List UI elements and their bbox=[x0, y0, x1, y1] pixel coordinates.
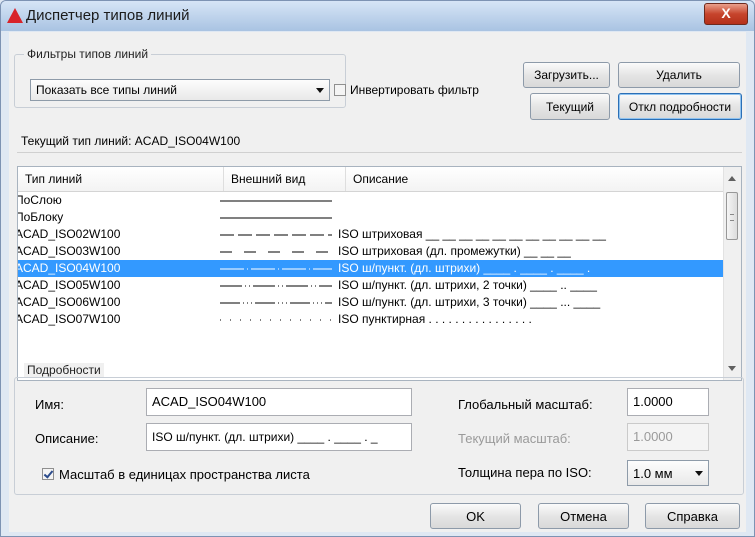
list-scrollbar[interactable] bbox=[723, 167, 741, 380]
linetype-name: ACAD_ISO04W100 bbox=[17, 261, 121, 275]
linetype-pattern-preview bbox=[220, 200, 332, 202]
linetype-filter-dropdown[interactable]: Показать все типы линий bbox=[30, 79, 330, 101]
chevron-down-icon bbox=[695, 471, 703, 476]
linetype-appearance bbox=[220, 192, 332, 209]
linetype-description: ISO ш/пункт. (дл. штрихи, 3 точки) ____ … bbox=[338, 295, 601, 309]
description-label: Описание: bbox=[35, 431, 99, 446]
help-button[interactable]: Справка bbox=[645, 503, 740, 529]
paper-space-units-label: Масштаб в единицах пространства листа bbox=[59, 467, 310, 482]
list-item[interactable]: ACAD_ISO06W100 ISO ш/пункт. (дл. штрихи, … bbox=[18, 294, 724, 311]
linetype-name: ПоСлою bbox=[17, 193, 62, 207]
linetype-description: ISO штриховая __ __ __ __ __ __ __ __ __… bbox=[338, 227, 606, 241]
linetype-pattern-preview bbox=[220, 217, 332, 219]
list-item[interactable]: ACAD_ISO04W100 ISO ш/пункт. (дл. штрихи) … bbox=[18, 260, 724, 277]
ok-button[interactable]: OK bbox=[430, 503, 521, 529]
name-label: Имя: bbox=[35, 397, 64, 412]
linetype-pattern-preview bbox=[220, 234, 332, 236]
load-button[interactable]: Загрузить... bbox=[523, 62, 610, 88]
linetype-name: ПоБлоку bbox=[17, 210, 64, 224]
column-header-linetype[interactable]: Тип линий bbox=[18, 167, 224, 191]
linetype-pattern-preview bbox=[220, 251, 332, 253]
linetype-pattern-preview bbox=[220, 319, 332, 321]
close-icon: X bbox=[721, 5, 731, 21]
linetype-name: ACAD_ISO07W100 bbox=[17, 312, 121, 326]
divider bbox=[17, 152, 742, 153]
details-group-label: Подробности bbox=[24, 363, 104, 377]
list-item[interactable]: ПоБлоку bbox=[18, 209, 724, 226]
delete-button[interactable]: Удалить bbox=[618, 62, 740, 88]
linetype-list[interactable]: Тип линий Внешний вид Описание ПоСлою ПоБ… bbox=[17, 166, 742, 381]
chevron-down-icon bbox=[316, 88, 324, 93]
list-item[interactable]: ACAD_ISO02W100 ISO штриховая __ __ __ __ … bbox=[18, 226, 724, 243]
invert-filter-checkbox[interactable] bbox=[334, 84, 346, 96]
linetype-name: ACAD_ISO02W100 bbox=[17, 227, 121, 241]
window-title: Диспетчер типов линий bbox=[26, 7, 190, 24]
current-linetype-value: ACAD_ISO04W100 bbox=[134, 134, 241, 148]
close-button[interactable]: X bbox=[704, 3, 748, 25]
global-scale-label: Глобальный масштаб: bbox=[458, 397, 593, 412]
scroll-down-arrow-icon[interactable] bbox=[728, 366, 736, 371]
column-header-description[interactable]: Описание bbox=[346, 167, 724, 191]
linetype-description: ISO пунктирная . . . . . . . . . . . . .… bbox=[338, 312, 532, 326]
scroll-up-arrow-icon[interactable] bbox=[728, 176, 736, 181]
current-scale-input: 1.0000 bbox=[627, 423, 709, 451]
list-header: Тип линий Внешний вид Описание bbox=[18, 167, 724, 192]
linetype-appearance bbox=[220, 294, 332, 311]
linetype-description: ISO штриховая (дл. промежутки) __ __ __ bbox=[338, 244, 571, 258]
linetype-appearance bbox=[220, 277, 332, 294]
current-linetype-caption: Текущий тип линий: bbox=[21, 134, 132, 148]
current-scale-label: Текущий масштаб: bbox=[458, 431, 571, 446]
linetype-pattern-preview bbox=[220, 285, 332, 287]
global-scale-input[interactable]: 1.0000 bbox=[627, 388, 709, 416]
list-item[interactable]: ACAD_ISO03W100 ISO штриховая (дл. промежу… bbox=[18, 243, 724, 260]
scroll-thumb[interactable] bbox=[726, 192, 738, 240]
linetype-description: ISO ш/пункт. (дл. штрихи) ____ . ____ . … bbox=[338, 261, 591, 275]
autocad-triangle-icon bbox=[7, 8, 23, 23]
list-item[interactable]: ACAD_ISO07W100 ISO пунктирная . . . . . .… bbox=[18, 311, 724, 328]
linetype-appearance bbox=[220, 226, 332, 243]
set-current-button[interactable]: Текущий bbox=[530, 93, 610, 120]
paper-space-units-checkbox[interactable] bbox=[42, 468, 54, 480]
linetype-appearance bbox=[220, 209, 332, 226]
dialog-body: Фильтры типов линий Показать все типы ли… bbox=[9, 32, 746, 532]
column-header-appearance[interactable]: Внешний вид bbox=[224, 167, 346, 191]
invert-filter-label: Инвертировать фильтр bbox=[350, 83, 479, 97]
linetype-pattern-preview bbox=[220, 302, 332, 304]
cancel-button[interactable]: Отмена bbox=[538, 503, 629, 529]
linetype-pattern-preview bbox=[220, 268, 332, 270]
list-item[interactable]: ACAD_ISO05W100 ISO ш/пункт. (дл. штрихи, … bbox=[18, 277, 724, 294]
filters-group-label: Фильтры типов линий bbox=[24, 47, 152, 61]
list-item[interactable]: ПоСлою bbox=[18, 192, 724, 209]
linetype-appearance bbox=[220, 260, 332, 277]
grip-icon bbox=[730, 214, 734, 221]
linetype-manager-window: Диспетчер типов линий X Фильтры типов ли… bbox=[0, 0, 755, 537]
pen-width-dropdown[interactable]: 1.0 мм bbox=[627, 460, 709, 486]
linetype-name: ACAD_ISO05W100 bbox=[17, 278, 121, 292]
description-input[interactable]: ISO ш/пункт. (дл. штрихи) ____ . ____ . … bbox=[146, 423, 412, 451]
name-input[interactable]: ACAD_ISO04W100 bbox=[146, 388, 412, 416]
linetype-appearance bbox=[220, 243, 332, 260]
linetype-appearance bbox=[220, 311, 332, 328]
linetype-filter-value: Показать все типы линий bbox=[36, 83, 177, 97]
title-bar[interactable]: Диспетчер типов линий X bbox=[1, 1, 754, 31]
pen-width-value: 1.0 мм bbox=[633, 466, 673, 481]
pen-width-label: Толщина пера по ISO: bbox=[458, 465, 592, 480]
hide-details-button[interactable]: Откл подробности bbox=[618, 93, 742, 120]
current-linetype-label: Текущий тип линий: ACAD_ISO04W100 bbox=[21, 134, 240, 148]
linetype-description: ISO ш/пункт. (дл. штрихи, 2 точки) ____ … bbox=[338, 278, 597, 292]
linetype-name: ACAD_ISO06W100 bbox=[17, 295, 121, 309]
linetype-name: ACAD_ISO03W100 bbox=[17, 244, 121, 258]
